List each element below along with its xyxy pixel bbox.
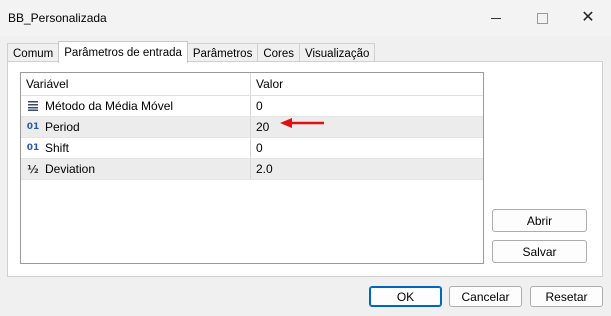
integer-01-icon: 01 <box>26 122 40 132</box>
maximize-button[interactable] <box>519 0 565 36</box>
row-name-cell: Método da Média Móvel <box>21 96 251 116</box>
row-value[interactable]: 2.0 <box>252 159 483 179</box>
column-header-value[interactable]: Valor <box>252 73 483 95</box>
integer-01-icon: 01 <box>26 143 40 153</box>
row-value[interactable]: 0 <box>252 138 483 158</box>
parameters-grid: Variável Valor Método da Média Móvel 0 0… <box>20 72 484 264</box>
row-name: Period <box>45 120 80 134</box>
row-name-cell: 01 Period <box>21 117 251 137</box>
tab-cores[interactable]: Cores <box>257 43 301 63</box>
fraction-half-icon: ½ <box>27 162 39 176</box>
title-bar: BB_Personalizada ✕ <box>0 0 611 36</box>
tab-panel: Variável Valor Método da Média Móvel 0 0… <box>7 61 603 277</box>
row-value[interactable]: 0 <box>252 96 483 116</box>
table-row[interactable]: 01 Shift 0 <box>21 138 483 159</box>
tab-parametros-de-entrada[interactable]: Parâmetros de entrada <box>58 41 188 63</box>
minimize-button[interactable] <box>473 0 519 36</box>
reset-button[interactable]: Resetar <box>530 286 603 307</box>
save-button[interactable]: Salvar <box>492 240 587 263</box>
row-name: Shift <box>45 141 70 155</box>
grid-header: Variável Valor <box>21 73 483 96</box>
tab-parametros[interactable]: Parâmetros <box>186 43 259 63</box>
window-title: BB_Personalizada <box>8 11 107 25</box>
maximize-icon <box>536 12 548 24</box>
minimize-icon <box>491 17 501 19</box>
row-name-cell: ½ Deviation <box>21 159 251 179</box>
enum-list-icon <box>26 100 40 112</box>
table-row[interactable]: 01 Period 20 <box>21 117 483 138</box>
tab-strip: Comum Parâmetros de entrada Parâmetros C… <box>7 41 376 63</box>
ok-button[interactable]: OK <box>369 286 442 307</box>
cancel-button[interactable]: Cancelar <box>449 286 522 307</box>
column-header-variable[interactable]: Variável <box>21 73 251 95</box>
red-arrow-annotation <box>280 118 324 128</box>
tab-visualizacao[interactable]: Visualização <box>299 43 376 63</box>
close-icon: ✕ <box>581 9 595 26</box>
table-row[interactable]: Método da Média Móvel 0 <box>21 96 483 117</box>
row-name: Método da Média Móvel <box>45 99 174 113</box>
close-button[interactable]: ✕ <box>565 0 611 36</box>
table-row[interactable]: ½ Deviation 2.0 <box>21 159 483 180</box>
row-name: Deviation <box>45 162 96 176</box>
open-button[interactable]: Abrir <box>492 209 587 232</box>
row-name-cell: 01 Shift <box>21 138 251 158</box>
tab-comum[interactable]: Comum <box>7 43 60 63</box>
